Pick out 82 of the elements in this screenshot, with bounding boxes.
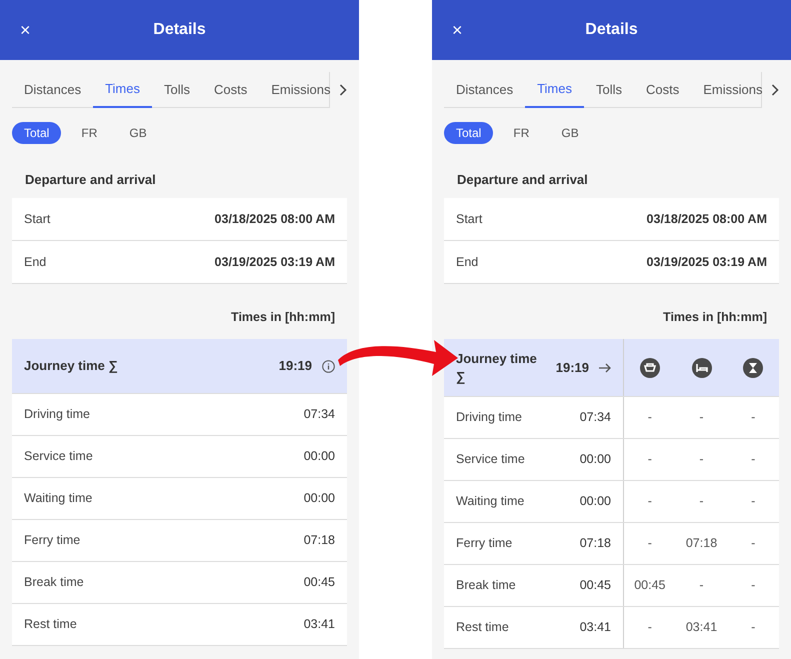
bed-icon xyxy=(692,358,712,378)
table-cell-text: - xyxy=(751,409,756,426)
row-value: 00:00 xyxy=(304,448,335,466)
region-chip[interactable]: FR xyxy=(69,122,110,144)
row-label: Break time xyxy=(24,574,84,592)
row-label: End xyxy=(24,254,46,271)
table-cell-text: - xyxy=(699,451,704,468)
tab[interactable]: Tolls xyxy=(584,72,634,107)
section-title: Departure and arrival xyxy=(457,171,588,189)
table-cell-text: - xyxy=(751,535,756,552)
table-cell-text: - xyxy=(699,493,704,510)
row-label: Waiting time xyxy=(24,490,92,508)
panel-title: Details xyxy=(585,20,638,40)
tab[interactable]: Emissions xyxy=(259,72,342,107)
summary-value: 19:19 xyxy=(278,357,312,376)
region-chip[interactable]: GB xyxy=(117,122,159,144)
section-title: Departure and arrival xyxy=(25,171,156,189)
table-cell-text: - xyxy=(648,535,652,552)
table-cell-text: - xyxy=(751,619,756,636)
info-icon[interactable] xyxy=(322,360,335,372)
row-value: 03:41 xyxy=(580,619,611,636)
region-chip[interactable]: Total xyxy=(444,122,494,144)
table-cell-text: - xyxy=(699,409,704,426)
row-value: 03/18/2025 08:00 AM xyxy=(646,210,767,228)
row-label: Driving time xyxy=(24,406,90,424)
table-cell-text: 07:18 xyxy=(686,535,718,552)
summary-label: Journey time ∑ xyxy=(456,350,538,386)
hourglass-icon xyxy=(743,358,764,378)
summary-label: Journey time ∑ xyxy=(24,357,119,376)
row-label: Start xyxy=(456,210,482,228)
row-value: 03/19/2025 03:19 AM xyxy=(214,254,335,271)
table-cell-text: - xyxy=(751,577,756,594)
row-label: Ferry time xyxy=(456,535,512,552)
summary-value: 19:19 xyxy=(556,358,589,377)
row-value: 00:45 xyxy=(304,574,335,592)
region-chip[interactable]: Total xyxy=(12,122,62,144)
row-value: 07:18 xyxy=(580,535,611,552)
tab[interactable]: Times xyxy=(525,72,584,108)
panel-title: Details xyxy=(153,20,206,40)
section-title: Times in [hh:mm] xyxy=(663,309,767,326)
row-value: 07:18 xyxy=(304,532,335,550)
row-label: Ferry time xyxy=(24,532,80,550)
table-cell-text: - xyxy=(648,409,652,426)
row-value: 00:00 xyxy=(304,490,335,508)
row-label: Rest time xyxy=(456,619,509,636)
tab[interactable]: Distances xyxy=(12,72,94,107)
row-label: Start xyxy=(24,210,50,228)
row-value: 07:34 xyxy=(580,409,611,426)
table-cell-text: - xyxy=(751,493,756,510)
row-label: Service time xyxy=(24,448,93,466)
row-label: Rest time xyxy=(24,616,77,634)
row-label: Break time xyxy=(456,577,516,594)
tab[interactable]: Costs xyxy=(634,72,692,107)
table-cell-text: 03:41 xyxy=(686,619,718,636)
table-cell-text: - xyxy=(699,577,704,594)
row-value: 03:41 xyxy=(304,616,335,634)
close-button[interactable]: × xyxy=(20,21,31,39)
table-cell-text: - xyxy=(648,493,652,510)
row-label: Driving time xyxy=(456,409,522,426)
tab[interactable]: Emissions xyxy=(691,72,774,107)
row-label: Service time xyxy=(456,451,525,468)
region-chip[interactable]: FR xyxy=(501,122,542,144)
row-label: Waiting time xyxy=(456,493,524,510)
row-value: 03/18/2025 08:00 AM xyxy=(214,210,335,228)
row-value: 00:00 xyxy=(580,451,611,468)
row-value: 00:00 xyxy=(580,493,611,510)
tab[interactable]: Times xyxy=(93,72,152,108)
table-cell-text: 00:45 xyxy=(634,577,666,594)
tab[interactable]: Tolls xyxy=(152,72,202,107)
table-cell-text: - xyxy=(648,619,652,636)
arrow-right-icon[interactable] xyxy=(599,362,611,372)
close-button[interactable]: × xyxy=(452,21,463,39)
row-value: 07:34 xyxy=(304,406,335,424)
row-value: 00:45 xyxy=(580,577,611,594)
section-title: Times in [hh:mm] xyxy=(231,309,335,326)
row-label: End xyxy=(456,254,478,271)
tab[interactable]: Costs xyxy=(202,72,260,107)
row-value: 03/19/2025 03:19 AM xyxy=(646,254,767,271)
region-chip[interactable]: GB xyxy=(549,122,591,144)
table-cell-text: - xyxy=(648,451,652,468)
table-cell-text: - xyxy=(751,451,756,468)
tab[interactable]: Distances xyxy=(444,72,526,107)
